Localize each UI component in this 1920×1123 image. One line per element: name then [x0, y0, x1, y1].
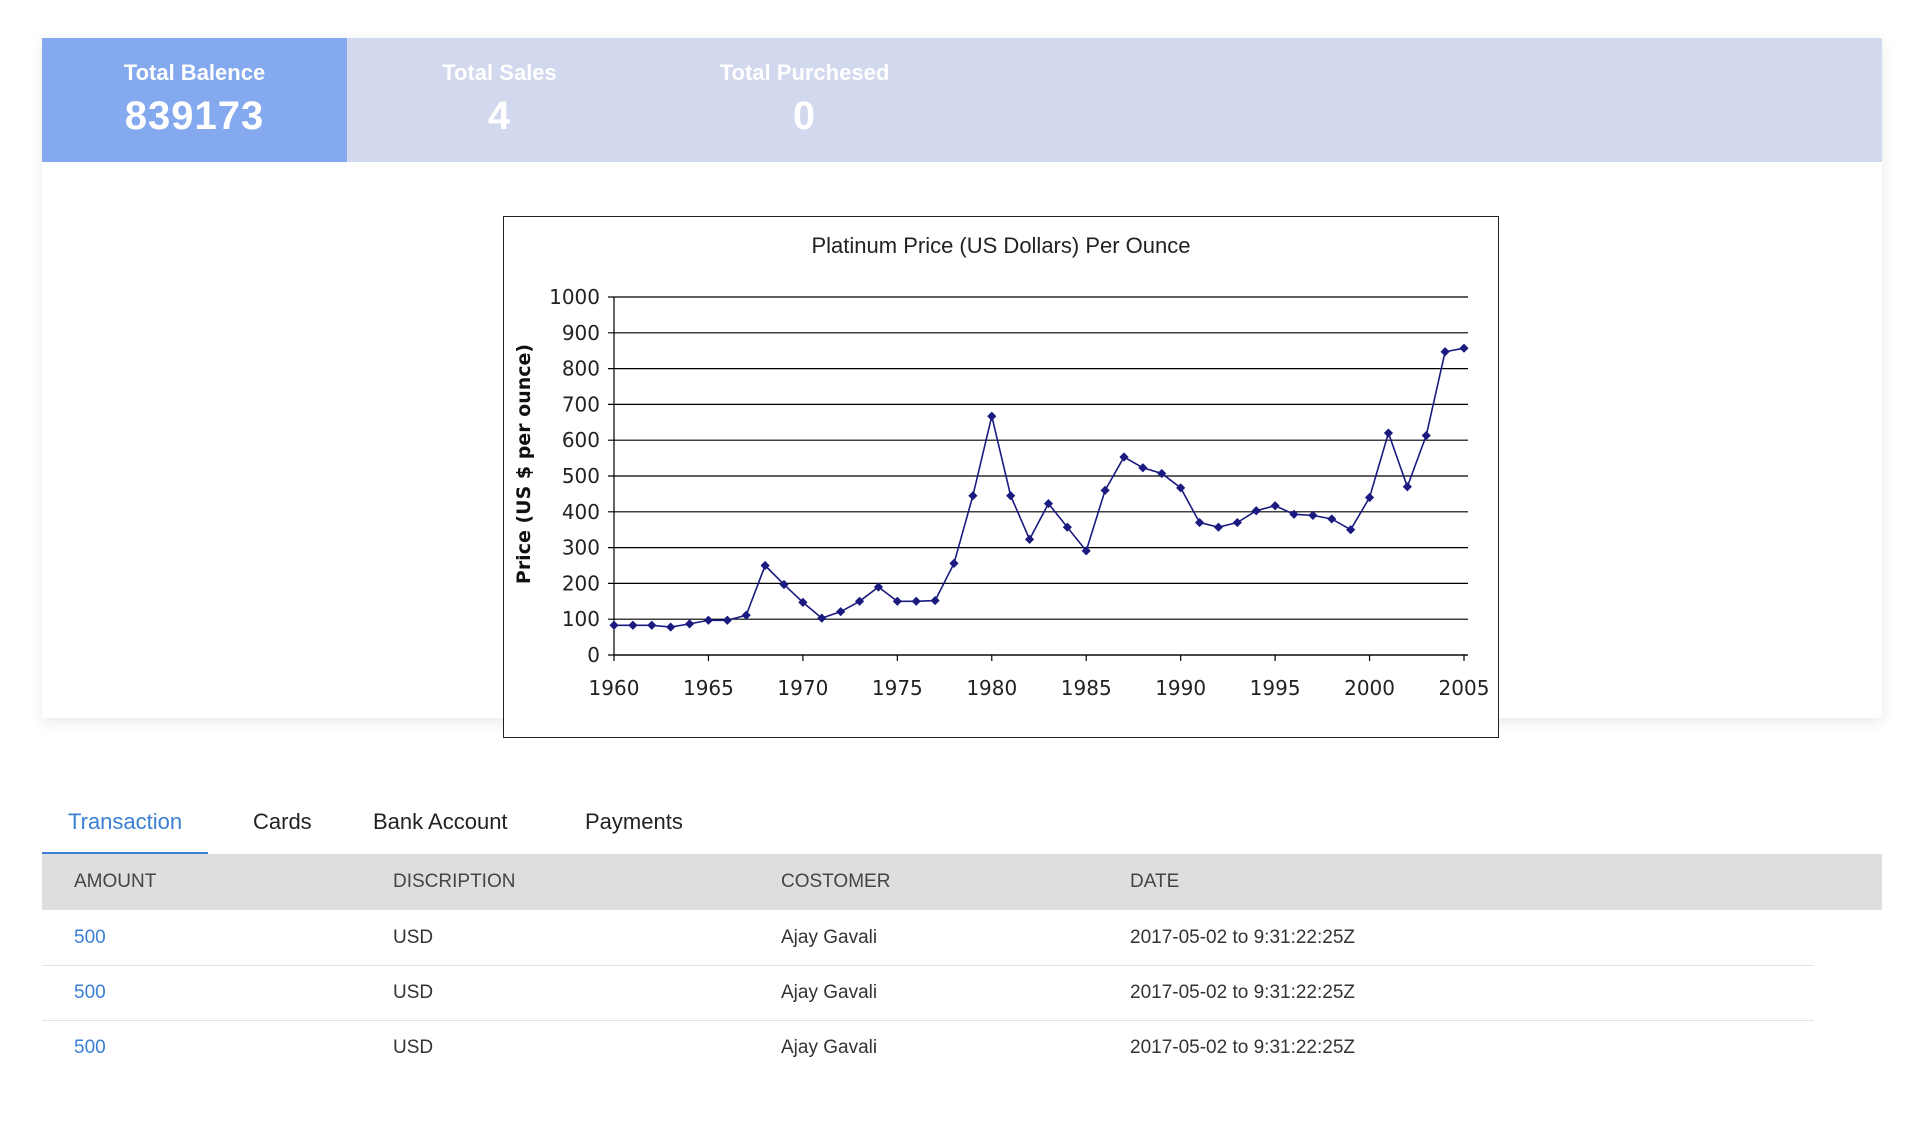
y-tick-label: 1000: [549, 285, 600, 309]
data-point: [647, 620, 657, 630]
customer-cell: Ajay Gavali: [781, 982, 878, 1003]
amount-cell[interactable]: 500: [74, 1020, 106, 1075]
data-point: [628, 620, 638, 630]
chart-plot: 0 100 200 300 400 500 600 700 800 900 1000 1960 1965…: [513, 285, 1490, 700]
data-point: [741, 610, 751, 620]
y-tick-label: 100: [562, 607, 600, 631]
y-tick-label: 400: [562, 500, 600, 524]
stat-total-balance[interactable]: Total Balence 839173: [42, 38, 347, 162]
column-header-date[interactable]: DATE: [1130, 854, 1179, 910]
column-header-description[interactable]: DISCRIPTION: [393, 854, 515, 910]
data-point: [968, 491, 978, 501]
data-point: [836, 607, 846, 617]
date-cell: 2017-05-02 to 9:31:22:25Z: [1130, 982, 1356, 1003]
data-point: [1440, 347, 1450, 357]
stat-label: Total Balence: [123, 60, 266, 85]
date-cell: 2017-05-02 to 9:31:22:25Z: [1130, 1037, 1356, 1058]
tab-cards[interactable]: Cards: [253, 792, 312, 852]
data-point: [949, 558, 959, 568]
column-header-customer[interactable]: COSTOMER: [781, 854, 890, 910]
amount-cell[interactable]: 500: [74, 965, 106, 1020]
tab-payments[interactable]: Payments: [585, 792, 683, 852]
customer-cell: Ajay Gavali: [781, 927, 878, 948]
data-point: [1327, 514, 1337, 524]
data-point: [1006, 491, 1016, 501]
data-point: [1232, 517, 1242, 528]
customer-cell: Ajay Gavali: [781, 1037, 878, 1058]
stat-label: Total Sales: [442, 60, 557, 85]
description-cell: USD: [393, 927, 434, 948]
description-cell: USD: [393, 982, 434, 1003]
stat-total-sales[interactable]: Total Sales 4: [347, 38, 652, 162]
x-tick-label: 1970: [777, 676, 828, 700]
x-tick-label: 1975: [872, 676, 923, 700]
data-point: [1459, 343, 1469, 353]
data-point: [1251, 506, 1261, 516]
data-point: [722, 615, 732, 625]
x-tick-label: 2000: [1344, 676, 1395, 700]
data-point: [1289, 509, 1299, 519]
tab-transaction[interactable]: Transaction: [42, 792, 209, 855]
platinum-price-chart: Platinum Price (US Dollars) Per Ounce 01…: [503, 216, 1499, 738]
y-tick-label: 700: [562, 392, 600, 416]
x-tick-label: 1995: [1250, 676, 1301, 700]
data-point: [1364, 492, 1375, 503]
x-tick-label: 1965: [683, 676, 734, 700]
dashboard-card: Total Balence 839173 Total Sales 4 Total…: [42, 38, 1882, 738]
data-point: [1346, 525, 1356, 535]
y-axis-label: Price (US $ per ounce): [513, 344, 535, 584]
table-row[interactable]: 500 USD Ajay Gavali 2017-05-02 to 9:31:2…: [42, 965, 1814, 1021]
x-tick-label: 1990: [1155, 676, 1206, 700]
data-point: [987, 411, 997, 421]
x-tick-label: 2005: [1439, 676, 1490, 700]
stat-total-purchased[interactable]: Total Purchesed 0: [652, 38, 957, 162]
stat-label: Total Purchesed: [719, 60, 890, 85]
stat-value: 0: [792, 94, 817, 138]
stats-bar: Total Balence 839173 Total Sales 4 Total…: [42, 38, 1882, 162]
series-line: [614, 347, 1465, 628]
data-point: [1194, 517, 1205, 528]
data-point: [609, 620, 619, 630]
data-point: [1270, 501, 1280, 511]
data-point: [703, 615, 714, 625]
tab-bank-account[interactable]: Bank Account: [373, 792, 508, 852]
data-point: [666, 622, 676, 632]
table-header: AMOUNT DISCRIPTION COSTOMER DATE: [42, 854, 1882, 910]
table-row[interactable]: 500 USD Ajay Gavali 2017-05-02 to 9:31:2…: [42, 910, 1814, 966]
amount-cell[interactable]: 500: [74, 910, 106, 965]
x-tick-label: 1960: [589, 676, 640, 700]
data-point: [930, 595, 940, 606]
y-tick-label: 900: [562, 321, 600, 345]
stat-value: 839173: [124, 94, 265, 138]
description-cell: USD: [393, 1037, 434, 1058]
data-point: [1024, 534, 1035, 544]
y-tick-label: 200: [562, 571, 600, 595]
data-point: [1402, 482, 1412, 492]
data-point: [911, 596, 921, 606]
stat-value: 4: [487, 94, 512, 138]
x-tick-label: 1985: [1061, 676, 1112, 700]
x-tick-label: 1980: [966, 676, 1017, 700]
date-cell: 2017-05-02 to 9:31:22:25Z: [1130, 927, 1356, 948]
data-point: [1100, 485, 1110, 495]
column-header-amount[interactable]: AMOUNT: [74, 854, 156, 910]
data-point: [684, 619, 695, 629]
y-tick-label: 300: [562, 536, 600, 560]
y-tick-label: 800: [562, 357, 600, 381]
data-point: [1383, 428, 1394, 438]
data-point: [1213, 522, 1224, 532]
y-tick-label: 600: [562, 428, 600, 452]
y-tick-label: 500: [562, 464, 600, 488]
data-point: [1421, 430, 1431, 441]
table-row[interactable]: 500 USD Ajay Gavali 2017-05-02 to 9:31:2…: [42, 1020, 1814, 1075]
data-point: [1119, 452, 1129, 462]
tab-bar: Transaction Cards Bank Account Payments: [42, 792, 1882, 855]
y-tick-label: 0: [587, 643, 600, 667]
data-point: [1138, 463, 1148, 473]
